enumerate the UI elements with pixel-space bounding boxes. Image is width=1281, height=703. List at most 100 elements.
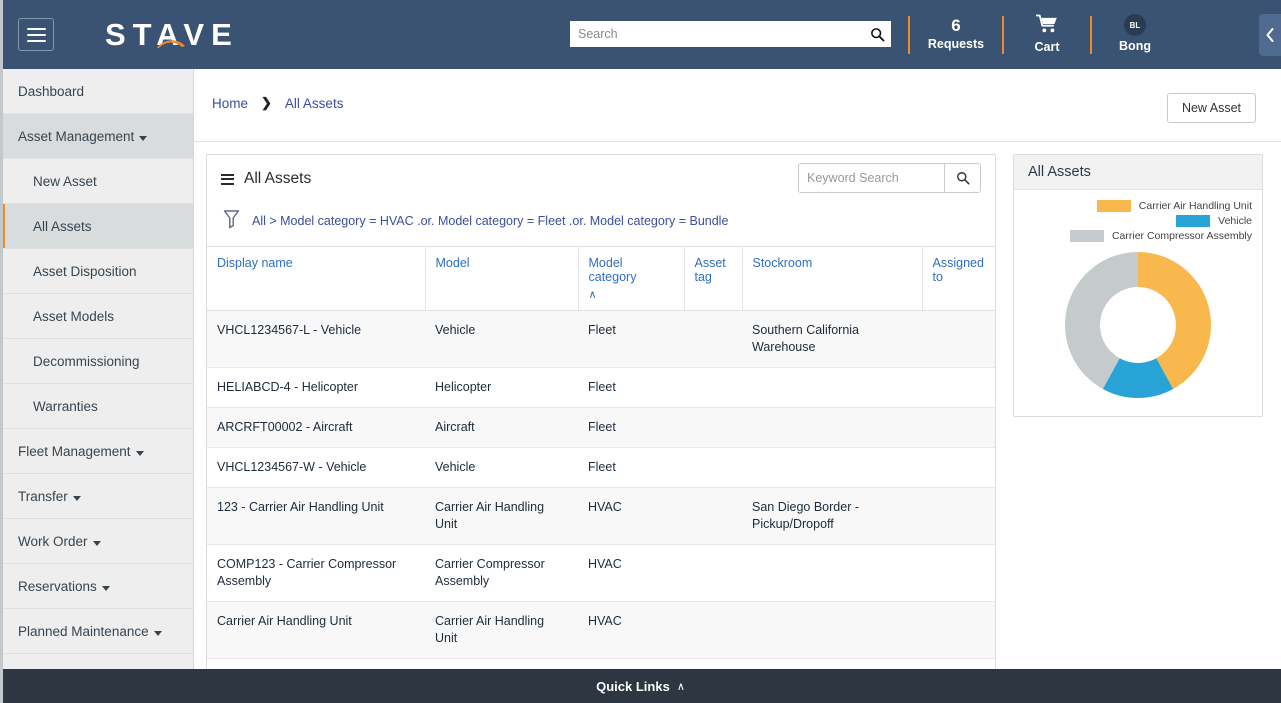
column-header-label: Assigned to: [932, 256, 984, 284]
column-header-stockroom[interactable]: Stockroom: [742, 246, 923, 311]
keyword-search[interactable]: [798, 163, 981, 193]
column-header-model-category[interactable]: Model category ∧: [578, 246, 685, 311]
chart-panel-title: All Assets: [1014, 155, 1262, 190]
table-row[interactable]: VHCL1234567-W - Vehicle Vehicle Fleet: [207, 447, 995, 488]
sidebar-item-new-asset[interactable]: New Asset: [0, 159, 193, 204]
column-header-label: Stockroom: [752, 256, 813, 270]
table-row[interactable]: Carrier Air Handling UnitCarrier Air Han…: [207, 658, 995, 669]
legend-item[interactable]: Carrier Air Handling Unit: [1096, 200, 1252, 212]
column-header-label: Model category: [588, 256, 637, 284]
filter-breadcrumb-row: All > Model category = HVAC .or. Model c…: [207, 203, 995, 246]
chevron-down-icon: [139, 135, 148, 141]
cell-model-category: Fleet: [578, 310, 684, 368]
chevron-right-icon: ❯: [261, 95, 272, 110]
breadcrumb-current-link[interactable]: All Assets: [285, 96, 344, 111]
cell-display-name: COMP123 - Carrier Compressor Assembly: [207, 544, 425, 602]
sidebar-item-decommissioning[interactable]: Decommissioning: [0, 339, 193, 384]
list-icon[interactable]: [221, 173, 234, 185]
requests-count: 6: [951, 16, 961, 35]
table-row[interactable]: HELIABCD-4 - Helicopter Helicopter Fleet: [207, 367, 995, 408]
sidebar-item-asset-models[interactable]: Asset Models: [0, 294, 193, 339]
sidebar-item-dashboard[interactable]: Dashboard: [0, 69, 193, 114]
sidebar-item-work-order[interactable]: Work Order: [0, 519, 193, 564]
cell-asset-tag: [684, 487, 742, 545]
cell-display-name: VHCL1234567-L - Vehicle: [207, 310, 425, 368]
cell-display-name: Carrier Air Handling Unit: [207, 601, 425, 659]
column-header-asset-tag[interactable]: Asset tag: [684, 246, 743, 311]
cell-display-name: VHCL1234567-W - Vehicle: [207, 447, 425, 488]
cell-stockroom: Southern California Warehouse: [742, 310, 922, 368]
quick-links-label: Quick Links: [596, 678, 670, 694]
chart-legend: Carrier Air Handling Unit Vehicle Carrier …: [1024, 200, 1252, 242]
sidebar-navigation: Dashboard Asset Management New Asset All As…: [0, 69, 194, 669]
sidebar-item-label: Asset Management: [18, 128, 135, 144]
window-left-edge: [0, 0, 3, 703]
assets-table: Display name Model Model category ∧ Asset ta…: [207, 246, 995, 669]
chevron-down-icon: [72, 495, 81, 501]
legend-swatch: [1069, 230, 1104, 242]
header-actions: 6 Requests Cart BL Bong: [908, 0, 1178, 69]
table-row[interactable]: VHCL1234567-L - Vehicle Vehicle Fleet South…: [207, 310, 995, 368]
sidebar-item-warranties[interactable]: Warranties: [0, 384, 193, 429]
column-header-model[interactable]: Model: [425, 246, 579, 311]
brand-swoosh-icon: [156, 37, 186, 49]
breadcrumb-home-link[interactable]: Home: [212, 96, 248, 111]
search-icon[interactable]: [863, 21, 891, 47]
requests-button[interactable]: 6 Requests: [910, 0, 1002, 69]
user-name-label: Bong: [1119, 39, 1151, 53]
cell-model-category: Fleet: [578, 367, 684, 408]
sidebar-item-label: Asset Models: [33, 308, 115, 324]
cell-stockroom: [742, 407, 922, 448]
brand-logo[interactable]: STAVE: [105, 19, 239, 50]
quick-links-bar[interactable]: Quick Links ∧: [0, 669, 1281, 703]
application-root: STAVE 6 Requests: [0, 0, 1281, 703]
cell-model-category: Fleet: [578, 447, 684, 488]
requests-label: Requests: [927, 37, 985, 51]
cell-assigned-to: [922, 601, 995, 659]
funnel-filter-icon[interactable]: [223, 209, 240, 232]
sidebar-item-all-assets[interactable]: All Assets: [0, 204, 193, 249]
sidebar-item-asset-disposition[interactable]: Asset Disposition: [0, 249, 193, 294]
cell-assigned-to: [922, 487, 995, 545]
cell-display-name: ARCRFT00002 - Aircraft: [207, 407, 425, 448]
sidebar-item-label: Asset Disposition: [33, 263, 137, 279]
column-header-assigned-to[interactable]: Assigned to: [922, 246, 995, 311]
cell-asset-tag: [684, 544, 742, 602]
keyword-search-input[interactable]: [799, 164, 944, 192]
cart-button[interactable]: Cart: [1004, 0, 1090, 69]
chart-panel-body: Carrier Air Handling Unit Vehicle Carrier …: [1014, 190, 1262, 416]
sidebar-item-asset-management[interactable]: Asset Management: [0, 114, 193, 159]
sidebar-item-label: New Asset: [33, 173, 97, 189]
column-header-label: Model: [435, 256, 470, 270]
cell-asset-tag: [684, 447, 742, 488]
hamburger-menu-icon[interactable]: [18, 18, 54, 51]
table-row[interactable]: Carrier Air Handling UnitCarrier Air Han…: [207, 601, 995, 659]
sidebar-item-planned-maintenance[interactable]: Planned Maintenance: [0, 609, 193, 654]
search-input[interactable]: [570, 21, 863, 47]
breadcrumb: Home ❯ All Assets: [212, 95, 343, 111]
column-header-display-name[interactable]: Display name: [207, 246, 426, 311]
legend-item[interactable]: Carrier Compressor Assembly: [1069, 230, 1252, 242]
cell-model-category: HVAC: [578, 601, 684, 659]
table-row[interactable]: ARCRFT00002 - Aircraft Aircraft Fleet: [207, 407, 995, 448]
active-filter-text[interactable]: All > Model category = HVAC .or. Model c…: [252, 213, 728, 229]
cell-stockroom: [742, 601, 922, 659]
assets-table-header-row: Display name Model Model category ∧ Asset ta…: [207, 246, 995, 311]
sidebar-item-fleet-management[interactable]: Fleet Management: [0, 429, 193, 474]
legend-item[interactable]: Vehicle: [1176, 215, 1252, 227]
keyword-search-button[interactable]: [944, 164, 980, 192]
chevron-down-icon: [153, 630, 162, 636]
legend-label: Carrier Compressor Assembly: [1111, 230, 1252, 242]
sidebar-item-label: Reservations: [18, 578, 97, 594]
new-asset-button[interactable]: New Asset: [1166, 93, 1256, 123]
donut-chart[interactable]: [1053, 250, 1223, 400]
user-menu-button[interactable]: BL Bong: [1092, 0, 1178, 69]
chevron-left-icon[interactable]: [1259, 14, 1281, 56]
sidebar-item-reservations[interactable]: Reservations: [0, 564, 193, 609]
global-search[interactable]: [570, 21, 891, 47]
table-row[interactable]: 123 - Carrier Air Handling Unit Carrier A…: [207, 487, 995, 545]
table-row[interactable]: COMP123 - Carrier Compressor Assembly Car…: [207, 544, 995, 602]
cell-assigned-to: [922, 544, 995, 602]
cell-asset-tag: [684, 310, 742, 368]
sidebar-item-transfer[interactable]: Transfer: [0, 474, 193, 519]
